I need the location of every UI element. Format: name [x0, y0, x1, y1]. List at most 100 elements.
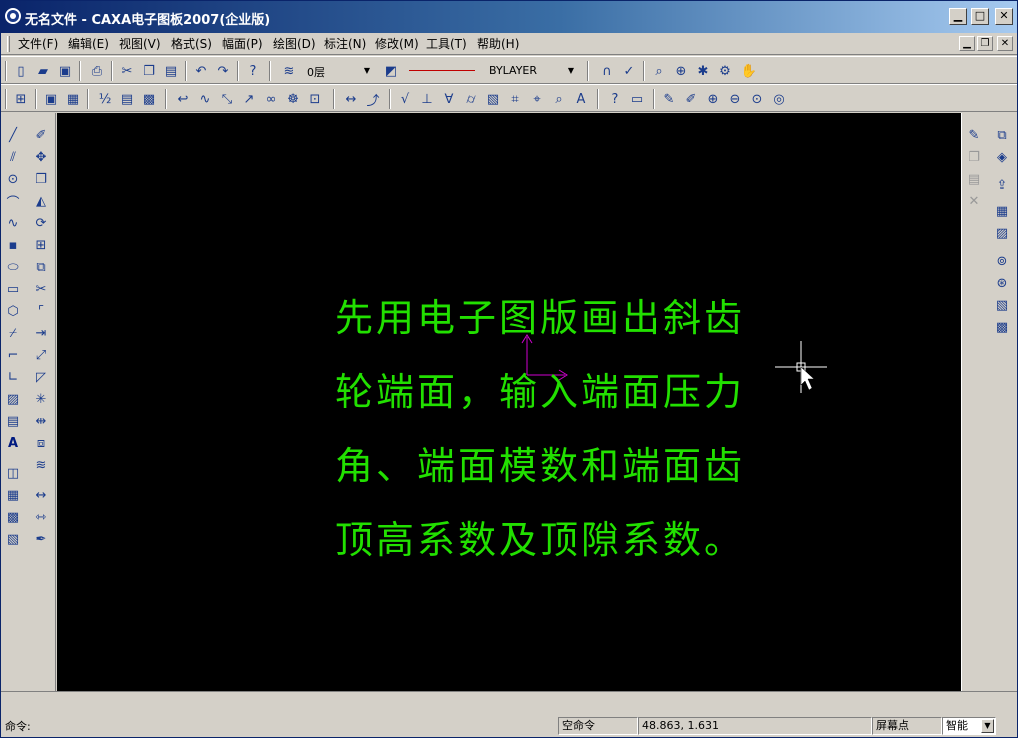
- new-file-icon[interactable]: ▯: [11, 61, 31, 81]
- redo-icon[interactable]: ↷: [213, 61, 233, 81]
- linetype-select[interactable]: BYLAYER ▼: [405, 61, 579, 81]
- align-icon[interactable]: ▦: [992, 201, 1012, 221]
- dim-style-icon[interactable]: ⇿: [31, 507, 51, 527]
- menu-format[interactable]: 格式(S): [171, 36, 212, 52]
- library-icon[interactable]: ▧: [3, 529, 23, 549]
- table-icon[interactable]: ▩: [139, 89, 159, 109]
- block-create-icon[interactable]: ◫: [3, 463, 23, 483]
- leader-icon[interactable]: ⤴: [363, 89, 383, 109]
- query-icon[interactable]: ?: [605, 89, 625, 109]
- text-style-icon[interactable]: ▤: [117, 89, 137, 109]
- part-icon[interactable]: ⊚: [992, 251, 1012, 271]
- print-icon[interactable]: ⎙: [87, 61, 107, 81]
- array-icon[interactable]: ⊞: [31, 235, 51, 255]
- hook-line-icon[interactable]: ↩: [173, 89, 193, 109]
- knot-icon[interactable]: ∞: [261, 89, 281, 109]
- group-icon[interactable]: ▩: [992, 317, 1012, 337]
- snap-mode[interactable]: 屏幕点: [872, 717, 942, 735]
- grid-icon[interactable]: ⊞: [11, 89, 31, 109]
- polygon-icon[interactable]: ⬡: [3, 301, 23, 321]
- open-folder-icon[interactable]: ▰: [33, 61, 53, 81]
- drawing-canvas[interactable]: 先用电子图版画出斜齿 轮端面，输入端面压力 角、端面模数和端面齿 顶高系数及顶隙…: [57, 113, 961, 691]
- chevron-down-icon[interactable]: ▼: [361, 65, 373, 77]
- layers-icon[interactable]: ≋: [31, 455, 51, 475]
- doc-restore-button[interactable]: ❐: [977, 36, 993, 51]
- zoom-in-icon[interactable]: ⊕: [703, 89, 723, 109]
- datum-icon[interactable]: ⊥: [417, 89, 437, 109]
- bolt-icon[interactable]: ⊡: [305, 89, 325, 109]
- detail-view-icon[interactable]: ▧: [483, 89, 503, 109]
- arc-icon[interactable]: ⌒: [3, 191, 23, 211]
- wave-line-icon[interactable]: ∿: [195, 89, 215, 109]
- image-insert-icon[interactable]: ▨: [992, 223, 1012, 243]
- extend-icon[interactable]: ⇥: [31, 323, 51, 343]
- parallel-line-icon[interactable]: ⫽: [3, 147, 23, 167]
- menu-dimension[interactable]: 标注(N): [324, 36, 366, 52]
- cut-icon[interactable]: ✂: [117, 61, 137, 81]
- save-icon[interactable]: ▣: [55, 61, 75, 81]
- close-button[interactable]: ✕: [995, 8, 1013, 25]
- view-3d-icon[interactable]: ⧉: [992, 125, 1012, 145]
- point-icon[interactable]: ▪: [3, 235, 23, 255]
- zoom-window-icon[interactable]: ⌕: [649, 61, 669, 81]
- spline-icon[interactable]: ∿: [3, 213, 23, 233]
- corner-icon[interactable]: ∟: [3, 367, 23, 387]
- copy-move-icon[interactable]: ❐: [31, 169, 51, 189]
- ellipse-icon[interactable]: ⬭: [3, 257, 23, 277]
- mirror-icon[interactable]: ◭: [31, 191, 51, 211]
- menu-grip[interactable]: [7, 36, 10, 52]
- explode-icon[interactable]: ✳: [31, 389, 51, 409]
- text-icon[interactable]: A: [3, 433, 23, 453]
- zoom-glass-icon[interactable]: ⌕: [549, 89, 569, 109]
- arrow-icon[interactable]: ↗: [239, 89, 259, 109]
- doc-minimize-button[interactable]: ▁: [959, 36, 975, 51]
- text-edit-icon[interactable]: A: [571, 89, 591, 109]
- copy-icon[interactable]: ❐: [139, 61, 159, 81]
- linetype-icon[interactable]: ◩: [381, 61, 401, 81]
- gear-icon[interactable]: ⚙: [715, 61, 735, 81]
- chevron-down-icon[interactable]: ▼: [981, 719, 994, 733]
- sparkle-icon[interactable]: ✱: [693, 61, 713, 81]
- pencil-icon[interactable]: ✎: [659, 89, 679, 109]
- menu-edit[interactable]: 编辑(E): [68, 36, 109, 52]
- format-brush-icon[interactable]: ✒: [31, 529, 51, 549]
- hatch-pattern-icon[interactable]: ▧: [992, 295, 1012, 315]
- zoom-previous-icon[interactable]: ◎: [769, 89, 789, 109]
- trim-icon[interactable]: ✂: [31, 279, 51, 299]
- tolerance-icon[interactable]: ⌭: [461, 89, 481, 109]
- dimension-icon[interactable]: ↔: [341, 89, 361, 109]
- doc-close-button[interactable]: ✕: [997, 36, 1013, 51]
- block-insert-icon[interactable]: ▦: [3, 485, 23, 505]
- break-line-icon[interactable]: ⤡: [217, 89, 237, 109]
- offset-icon[interactable]: ⧈: [31, 433, 51, 453]
- layer-manager-icon[interactable]: ≋: [279, 61, 299, 81]
- fillet-icon[interactable]: ⌜: [31, 301, 51, 321]
- fill-icon[interactable]: ▤: [3, 411, 23, 431]
- minimize-button[interactable]: ▁: [949, 8, 967, 25]
- chamfer-icon[interactable]: ◸: [31, 367, 51, 387]
- brush-icon[interactable]: ✐: [681, 89, 701, 109]
- stretch-icon[interactable]: ⤢: [31, 345, 51, 365]
- magnet-snap-icon[interactable]: ∩: [597, 61, 617, 81]
- rectangle-icon[interactable]: ▭: [3, 279, 23, 299]
- help-query-icon[interactable]: ?: [243, 61, 263, 81]
- fraction-icon[interactable]: ½: [95, 89, 115, 109]
- pan-hand-icon[interactable]: ✋: [739, 61, 759, 81]
- polyline-icon[interactable]: ⌐: [3, 345, 23, 365]
- block-edit-icon[interactable]: ▩: [3, 507, 23, 527]
- edit-note-icon[interactable]: ✎: [964, 125, 984, 145]
- layer-up-icon[interactable]: ⇪: [992, 175, 1012, 195]
- menu-tools[interactable]: 工具(T): [426, 36, 467, 52]
- hatch-icon[interactable]: ▨: [3, 389, 23, 409]
- line-icon[interactable]: ╱: [3, 125, 23, 145]
- pick-point-icon[interactable]: ⊕: [671, 61, 691, 81]
- break-icon[interactable]: ⇹: [31, 411, 51, 431]
- gear-profile-icon[interactable]: ☸: [283, 89, 303, 109]
- snap-option-select[interactable]: 智能 ▼: [942, 717, 996, 735]
- menu-file[interactable]: 文件(F): [18, 36, 58, 52]
- dim-edit-icon[interactable]: ↔: [31, 485, 51, 505]
- maximize-button[interactable]: □: [971, 8, 989, 25]
- frame-icon[interactable]: ▣: [41, 89, 61, 109]
- section-icon[interactable]: ⌗: [505, 89, 525, 109]
- weld-icon[interactable]: ∀: [439, 89, 459, 109]
